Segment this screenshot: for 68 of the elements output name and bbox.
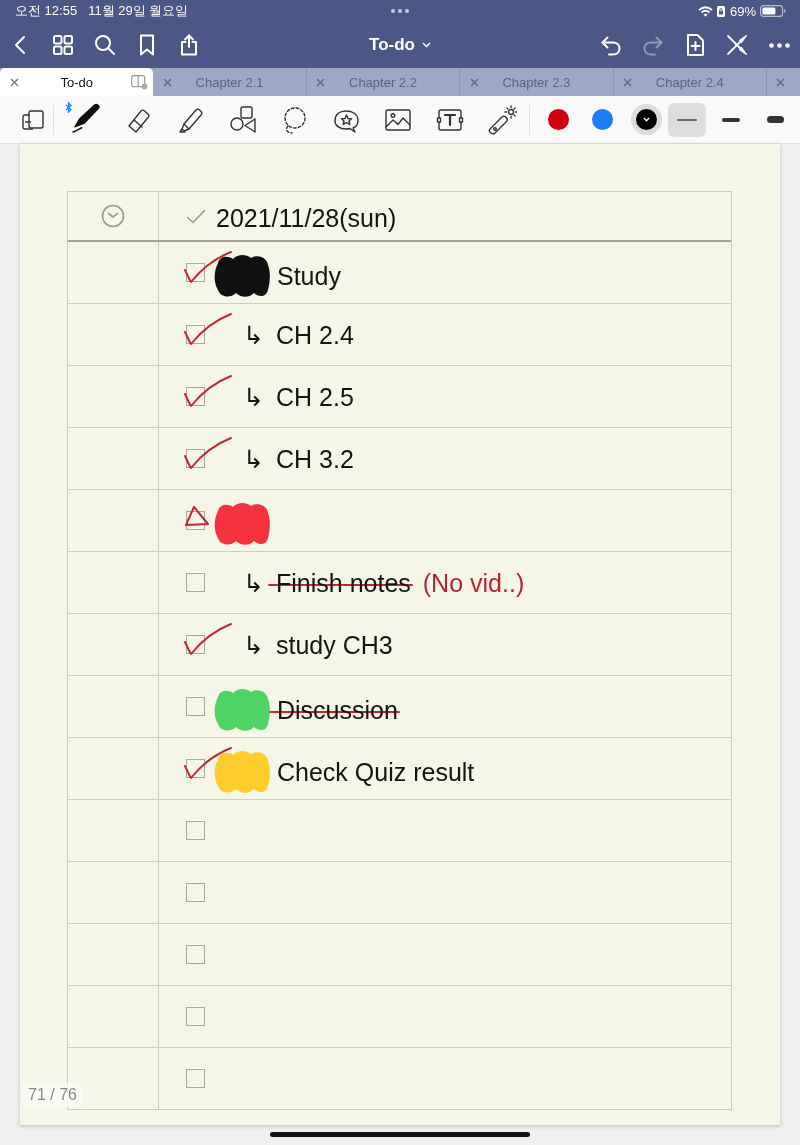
color-swatch[interactable] <box>547 109 569 130</box>
checkbox[interactable] <box>186 635 205 654</box>
clock-icon <box>101 204 125 228</box>
rotation-lock-icon <box>716 5 725 17</box>
caret-icon <box>642 117 650 122</box>
more-icon <box>768 42 790 48</box>
subtask-arrow: ↳ <box>243 567 264 598</box>
wifi-icon <box>697 5 713 17</box>
checkbox[interactable] <box>186 759 205 778</box>
caret-icon <box>421 42 431 48</box>
task-text: study CH3 <box>276 629 393 660</box>
task-note: (No vid..) <box>422 567 525 598</box>
document-title-menu[interactable]: To-do <box>367 31 433 59</box>
status-time: 오전 12:55 <box>15 2 78 20</box>
color-swatch[interactable] <box>630 104 662 135</box>
multitask-dots-icon[interactable] <box>391 9 409 13</box>
subtask-arrow: ↳ <box>243 381 264 412</box>
stroke-line-icon <box>677 118 697 121</box>
crossed-pens-icon <box>725 33 749 57</box>
tick-mark-icon <box>183 374 233 408</box>
tick-mark-icon <box>183 250 233 284</box>
battery-icon <box>760 5 786 17</box>
checkbox[interactable] <box>186 573 205 592</box>
task-text: CH 2.5 <box>276 381 354 412</box>
check-icon <box>186 208 206 224</box>
stroke-line-icon <box>766 116 784 123</box>
status-date: 11월 29일 월요일 <box>88 2 189 20</box>
checkbox[interactable] <box>186 263 205 282</box>
stroke-width-button[interactable] <box>668 102 706 137</box>
stroke-line-icon <box>722 117 740 122</box>
date-heading: 2021/11/28(sun) <box>216 203 397 233</box>
redo-icon <box>641 33 665 57</box>
shapes-icon <box>227 104 257 135</box>
subtask-arrow: ↳ <box>243 443 264 474</box>
checkbox[interactable] <box>186 325 205 344</box>
pages-icon <box>21 108 45 131</box>
laser-pointer-icon <box>487 104 517 135</box>
close-icon[interactable] <box>9 77 19 87</box>
undo-icon <box>599 33 623 57</box>
grid-icon <box>51 33 75 57</box>
checkbox[interactable] <box>186 449 205 468</box>
triangle-mark-icon <box>184 505 210 527</box>
tab[interactable]: To-do <box>0 68 154 96</box>
checkbox[interactable] <box>186 387 205 406</box>
page-counter: 71 / 76 <box>22 1083 83 1107</box>
task-text: CH 3.2 <box>276 443 354 474</box>
checkbox[interactable] <box>186 697 205 716</box>
checkbox[interactable] <box>186 821 205 840</box>
tick-mark-icon <box>183 312 233 346</box>
tick-mark-icon <box>183 622 233 656</box>
split-view-icon[interactable] <box>130 74 148 90</box>
subtask-arrow: ↳ <box>243 319 264 350</box>
checkbox[interactable] <box>186 511 205 530</box>
checkbox[interactable] <box>186 1007 205 1026</box>
tick-mark-icon <box>183 746 233 780</box>
pen-icon <box>69 101 103 134</box>
battery-percent: 69% <box>729 3 756 19</box>
task-text: CH 2.4 <box>276 319 354 350</box>
bluetooth-icon <box>65 101 72 113</box>
checkbox[interactable] <box>186 1069 205 1088</box>
color-swatch[interactable] <box>591 109 613 130</box>
search-icon <box>93 33 117 57</box>
checkbox[interactable] <box>186 883 205 902</box>
task-text: Study <box>277 260 341 291</box>
subtask-arrow: ↳ <box>243 629 264 660</box>
task-text: Check Quiz result <box>277 756 475 787</box>
checkbox[interactable] <box>186 945 205 964</box>
tick-mark-icon <box>183 436 233 470</box>
